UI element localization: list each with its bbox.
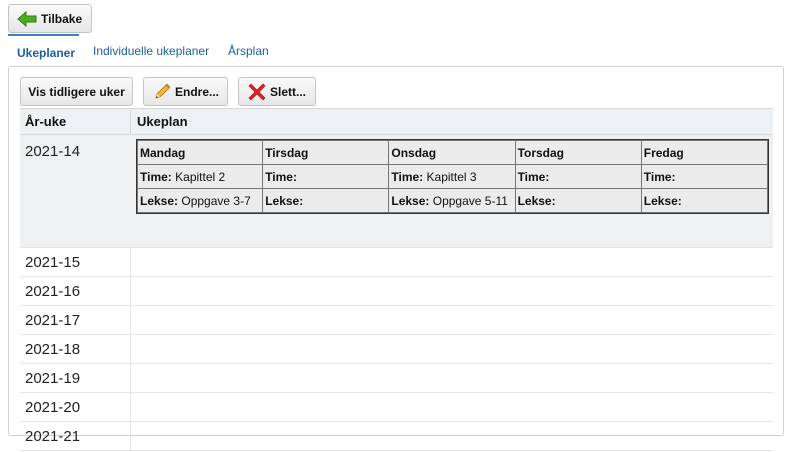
week-label: 2021-16 — [20, 277, 131, 305]
week-plan-cell — [131, 364, 773, 392]
time-cell: Time: Kapittel 2 — [136, 164, 264, 189]
show-earlier-weeks-button[interactable]: Vis tidligere uker — [20, 77, 133, 106]
delete-button[interactable]: Slett... — [238, 77, 316, 106]
week-row[interactable]: 2021-19 — [20, 364, 773, 393]
grid-header: År-uke Ukeplan — [20, 108, 773, 135]
homework-cell: Lekse: — [262, 188, 390, 213]
delete-x-icon — [248, 83, 266, 101]
week-row[interactable]: 2021-16 — [20, 277, 773, 306]
back-arrow-icon — [17, 10, 37, 27]
homework-cell: Lekse: Oppgave 3-7 — [136, 188, 264, 213]
edit-button[interactable]: Endre... — [143, 77, 228, 106]
tab-bar: Ukeplaner Individuelle ukeplaner Årsplan — [8, 34, 785, 67]
day-header: Torsdag — [514, 140, 642, 165]
weeks-grid: År-uke Ukeplan 2021-14 Mandag Tirsdag On… — [20, 108, 773, 451]
week-label: 2021-19 — [20, 364, 131, 392]
day-header: Onsdag — [388, 140, 516, 165]
week-row[interactable]: 2021-18 — [20, 335, 773, 364]
time-cell: Time: — [514, 164, 642, 189]
pencil-icon — [153, 83, 171, 101]
tab-ukeplaner[interactable]: Ukeplaner — [8, 34, 80, 66]
time-cell: Time: — [262, 164, 390, 189]
week-plan-cell — [131, 277, 773, 305]
week-label: 2021-17 — [20, 306, 131, 334]
week-label: 2021-15 — [20, 248, 131, 276]
week-row[interactable]: 2021-21 — [20, 422, 773, 451]
time-cell: Time: — [640, 164, 769, 189]
homework-cell: Lekse: — [640, 188, 769, 213]
week-label: 2021-18 — [20, 335, 131, 363]
week-plan-cell — [131, 393, 773, 421]
week-row[interactable]: 2021-17 — [20, 306, 773, 335]
time-cell: Time: Kapittel 3 — [388, 164, 516, 189]
week-label: 2021-14 — [25, 143, 81, 160]
tab-arsplan[interactable]: Årsplan — [228, 34, 269, 66]
homework-cell: Lekse: — [514, 188, 642, 213]
day-header: Tirsdag — [262, 140, 390, 165]
column-header-plan: Ukeplan — [137, 114, 188, 129]
column-header-week: År-uke — [20, 109, 131, 134]
week-plan-cell — [131, 248, 773, 276]
weekly-plan-table: Mandag Tirsdag Onsdag Torsdag Fredag Tim… — [136, 139, 769, 214]
delete-button-label: Slett... — [270, 84, 307, 99]
back-button[interactable]: Tilbake — [8, 4, 92, 33]
show-earlier-weeks-label: Vis tidligere uker — [28, 84, 125, 99]
week-row[interactable]: 2021-15 — [20, 248, 773, 277]
day-header: Mandag — [136, 140, 264, 165]
week-plan-cell — [131, 422, 773, 450]
homework-cell: Lekse: Oppgave 5-11 — [388, 188, 516, 213]
day-header: Fredag — [640, 140, 769, 165]
back-button-label: Tilbake — [41, 11, 83, 26]
week-label: 2021-21 — [20, 422, 131, 450]
tab-individuelle-ukeplaner[interactable]: Individuelle ukeplaner — [93, 34, 209, 66]
week-plan-cell — [131, 335, 773, 363]
week-plan-cell — [131, 306, 773, 334]
edit-button-label: Endre... — [175, 84, 220, 99]
week-row[interactable]: 2021-20 — [20, 393, 773, 422]
week-row[interactable]: 2021-14 Mandag Tirsdag Onsdag Torsdag Fr… — [20, 135, 773, 248]
week-label: 2021-20 — [20, 393, 131, 421]
